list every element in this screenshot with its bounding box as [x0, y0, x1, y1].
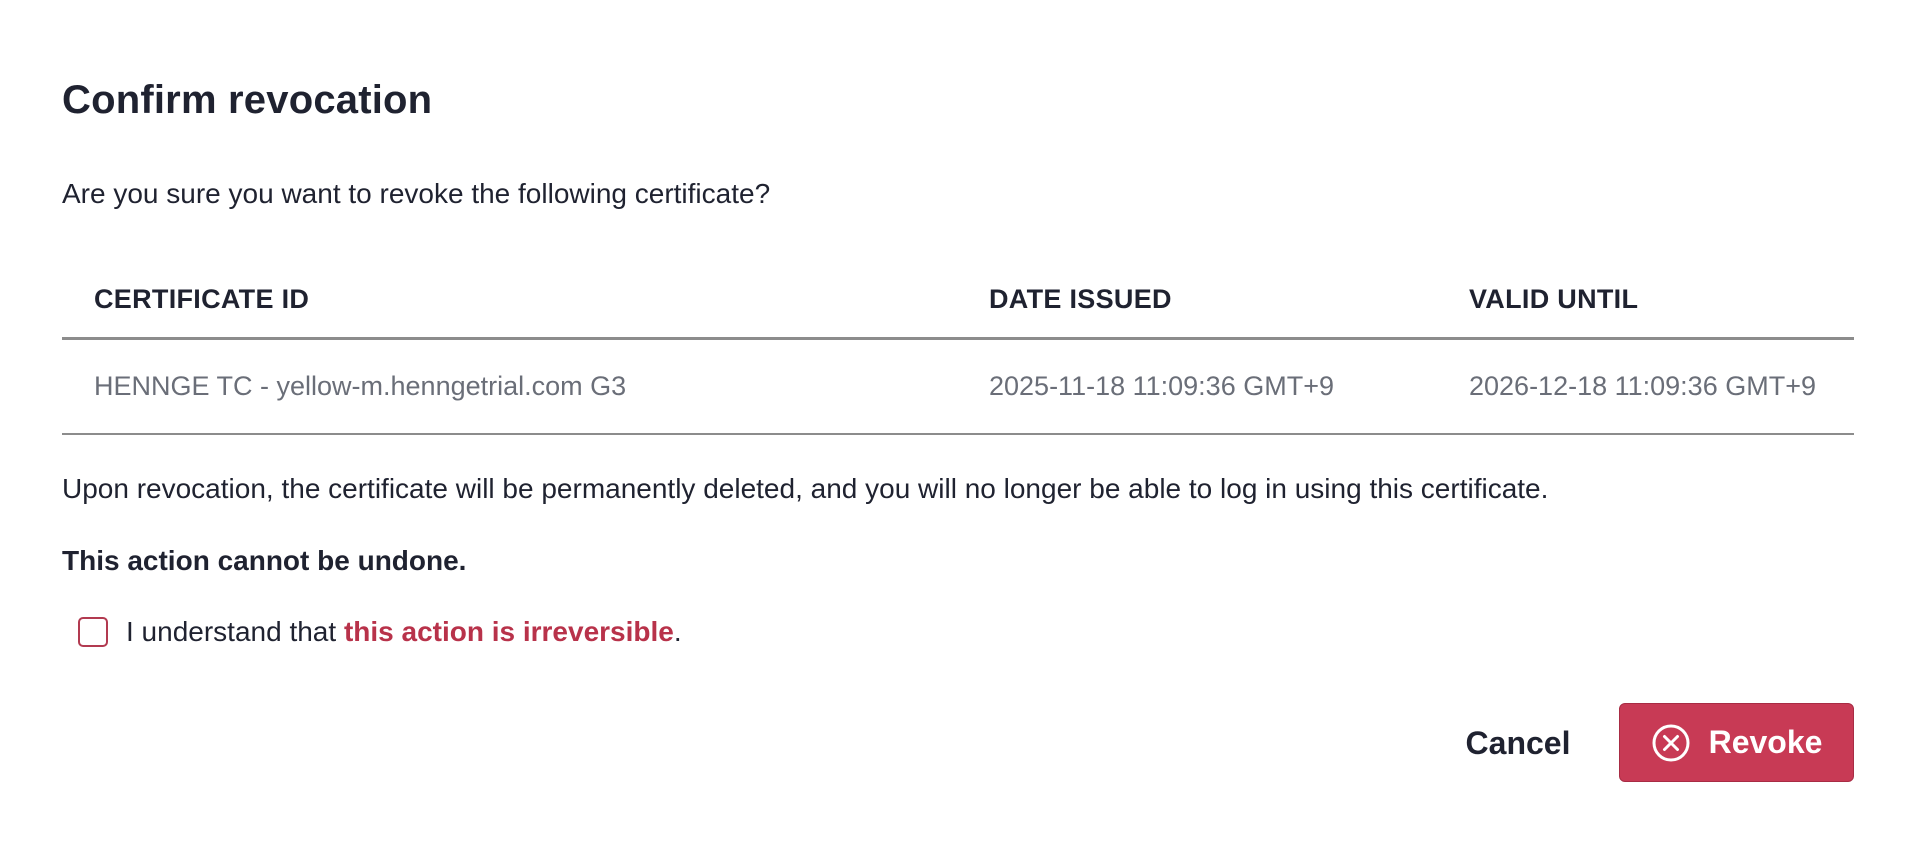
- acknowledge-label-prefix: I understand that: [126, 616, 344, 647]
- certificate-id-cell: HENNGE TC - yellow-m.henngetrial.com G3: [62, 338, 957, 435]
- valid-until-cell: 2026-12-18 11:09:36 GMT+9: [1437, 338, 1854, 435]
- date-issued-cell: 2025-11-18 11:09:36 GMT+9: [957, 338, 1437, 435]
- acknowledge-label[interactable]: I understand that this action is irrever…: [126, 616, 682, 648]
- column-header-valid-until: VALID UNTIL: [1437, 262, 1854, 340]
- column-header-certificate-id: CERTIFICATE ID: [62, 262, 957, 340]
- revocation-dialog: Confirm revocation Are you sure you want…: [0, 0, 1916, 842]
- acknowledge-checkbox[interactable]: [78, 617, 108, 647]
- revocation-info-text: Upon revocation, the certificate will be…: [62, 473, 1549, 504]
- table-row: HENNGE TC - yellow-m.henngetrial.com G3 …: [62, 338, 1854, 435]
- cancel-button[interactable]: Cancel: [1458, 703, 1578, 783]
- irreversible-warning: This action cannot be undone.: [62, 545, 467, 576]
- acknowledge-label-emphasis: this action is irreversible: [343, 616, 674, 647]
- acknowledge-label-suffix: .: [673, 616, 682, 647]
- acknowledge-row[interactable]: I understand that this action is irrever…: [78, 616, 682, 648]
- certificate-table: CERTIFICATE ID DATE ISSUED VALID UNTIL H…: [62, 262, 1854, 435]
- table-header-row: CERTIFICATE ID DATE ISSUED VALID UNTIL: [62, 262, 1854, 340]
- confirmation-question: Are you sure you want to revoke the foll…: [62, 178, 771, 209]
- revoke-button[interactable]: Revoke: [1619, 703, 1854, 782]
- dialog-title: Confirm revocation: [62, 78, 433, 122]
- column-header-date-issued: DATE ISSUED: [957, 262, 1437, 340]
- revoke-label: Revoke: [1708, 724, 1823, 760]
- close-circle-icon: [1651, 723, 1691, 763]
